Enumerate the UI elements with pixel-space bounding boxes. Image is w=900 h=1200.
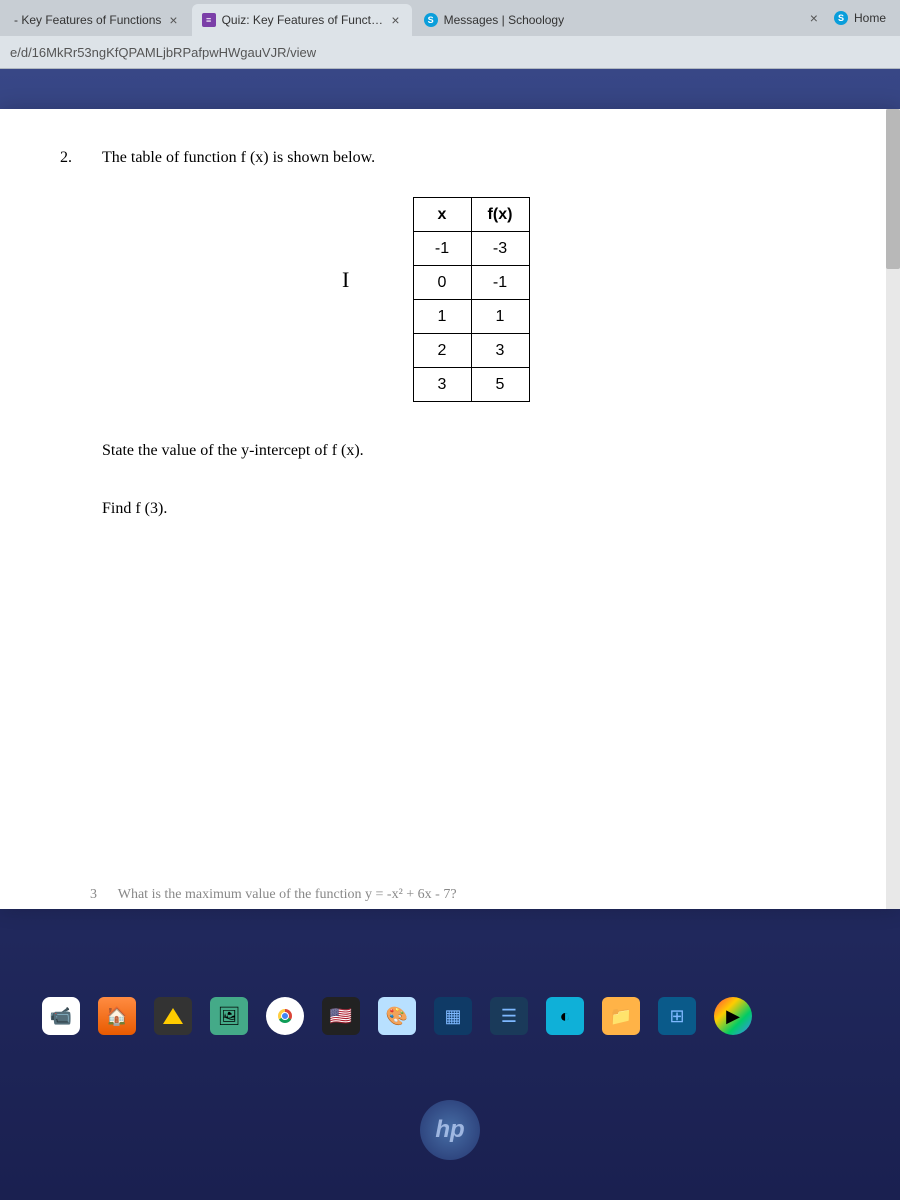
- question-2: 2. The table of function f (x) is shown …: [60, 149, 840, 558]
- close-icon[interactable]: ×: [808, 10, 820, 26]
- table-row: 11: [413, 300, 529, 334]
- schoology-icon: S: [834, 11, 848, 25]
- tab-title: Quiz: Key Features of Functions: [222, 13, 384, 27]
- table-container: I x f(x) -1-3 0-1 11 23 35: [102, 197, 840, 402]
- document-page: 2. The table of function f (x) is shown …: [0, 109, 900, 909]
- taskbar: 📹 🏠 🖼 🇺🇸 🎨 ▦ ☰ ◐ 📁 ⊞ ▶: [30, 992, 870, 1040]
- browser-chrome: - Key Features of Functions × ≡ Quiz: Ke…: [0, 0, 900, 69]
- tab-bar: - Key Features of Functions × ≡ Quiz: Ke…: [0, 0, 900, 36]
- paint-app-icon[interactable]: 🎨: [378, 997, 416, 1035]
- schoology-icon: S: [424, 13, 438, 27]
- close-icon[interactable]: ×: [389, 12, 401, 28]
- play-store-icon[interactable]: ▶: [714, 997, 752, 1035]
- grid-app-icon[interactable]: ⊞: [658, 997, 696, 1035]
- cutoff-num: 3: [90, 887, 97, 902]
- tab-messages[interactable]: S Messages | Schoology: [414, 4, 575, 36]
- url-text: e/d/16MkRr53ngKfQPAMLjbRPafpwHWgauVJR/vi…: [10, 45, 316, 60]
- header-x: x: [413, 198, 471, 232]
- tab-key-features[interactable]: - Key Features of Functions ×: [4, 4, 190, 36]
- files-app-icon[interactable]: 📁: [602, 997, 640, 1035]
- chrome-app-icon[interactable]: [266, 997, 304, 1035]
- table-row: 23: [413, 334, 529, 368]
- function-table: x f(x) -1-3 0-1 11 23 35: [413, 197, 530, 402]
- text-cursor: I: [342, 267, 349, 293]
- content-area: 2. The table of function f (x) is shown …: [0, 109, 900, 909]
- calculator-app-icon[interactable]: ▦: [434, 997, 472, 1035]
- photos-app-icon[interactable]: 🖼: [210, 997, 248, 1035]
- home-app-icon[interactable]: 🏠: [98, 997, 136, 1035]
- tab-quiz[interactable]: ≡ Quiz: Key Features of Functions ×: [192, 4, 412, 36]
- hp-logo: hp: [420, 1100, 480, 1160]
- camera-app-icon[interactable]: 📹: [42, 997, 80, 1035]
- tab-title: Messages | Schoology: [444, 13, 565, 27]
- tab-title[interactable]: Home: [854, 11, 886, 25]
- edge-app-icon[interactable]: ◐: [546, 997, 584, 1035]
- cutoff-question: 3 What is the maximum value of the funct…: [90, 887, 457, 903]
- question-body: The table of function f (x) is shown bel…: [102, 149, 840, 558]
- tab-title: - Key Features of Functions: [14, 13, 161, 27]
- table-header-row: x f(x): [413, 198, 529, 232]
- header-fx: f(x): [471, 198, 529, 232]
- cutoff-text: What is the maximum value of the functio…: [118, 887, 457, 902]
- address-bar[interactable]: e/d/16MkRr53ngKfQPAMLjbRPafpwHWgauVJR/vi…: [0, 36, 900, 68]
- sub-question-b: Find f (3).: [102, 500, 840, 518]
- flag-app-icon[interactable]: 🇺🇸: [322, 997, 360, 1035]
- table-row: 0-1: [413, 266, 529, 300]
- sub-question-a: State the value of the y-intercept of f …: [102, 442, 840, 460]
- drive-app-icon[interactable]: [154, 997, 192, 1035]
- vertical-scrollbar[interactable]: [886, 109, 900, 909]
- close-icon[interactable]: ×: [167, 12, 179, 28]
- tab-right-group: × S Home: [808, 10, 896, 26]
- question-prompt: The table of function f (x) is shown bel…: [102, 149, 840, 167]
- scrollbar-thumb[interactable]: [886, 109, 900, 269]
- table-row: 35: [413, 368, 529, 402]
- table-row: -1-3: [413, 232, 529, 266]
- list-app-icon[interactable]: ☰: [490, 997, 528, 1035]
- forms-icon: ≡: [202, 13, 216, 27]
- question-number: 2.: [60, 149, 72, 558]
